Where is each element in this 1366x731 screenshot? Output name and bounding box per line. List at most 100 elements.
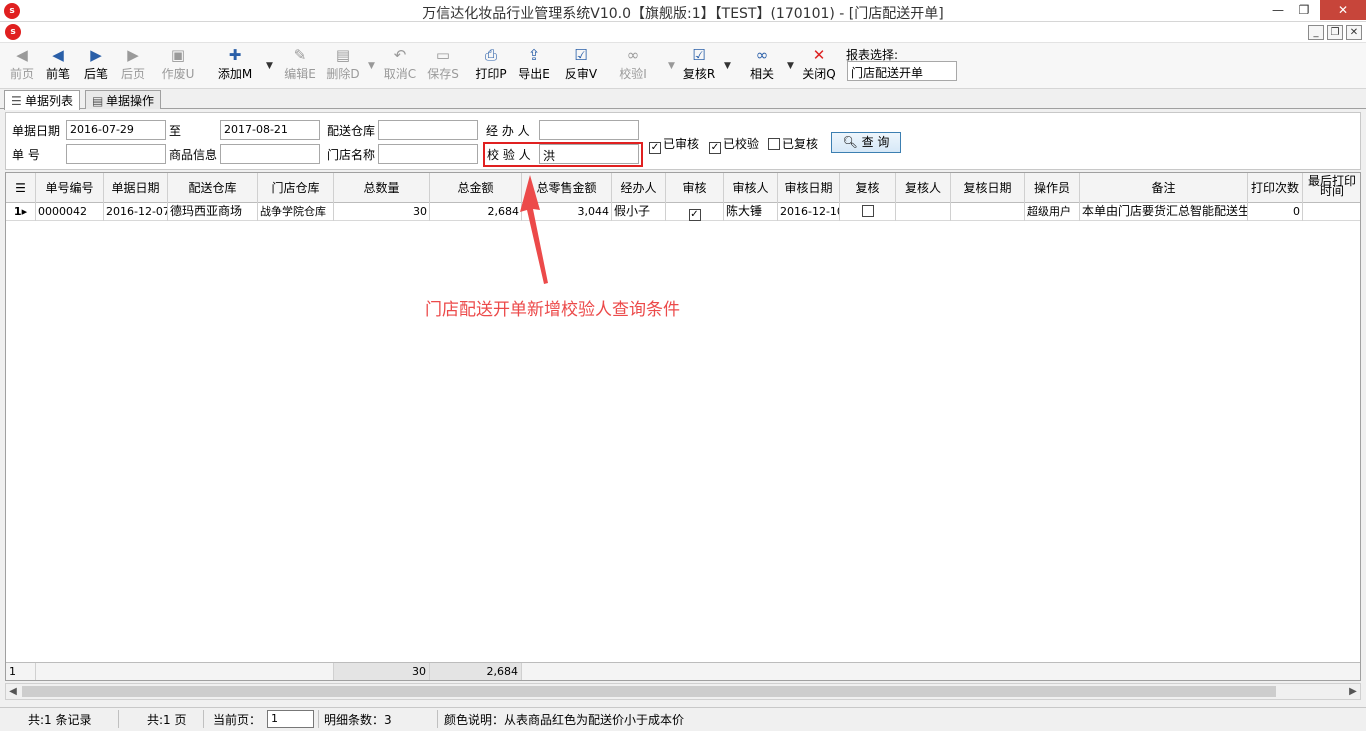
status-separator [318, 710, 319, 728]
col-header-handler[interactable]: 经办人 [612, 173, 666, 203]
verified-check-icon: ✓ [709, 142, 721, 154]
recheck-dropdown-icon[interactable]: ▼ [724, 61, 731, 71]
prev-record-button[interactable]: ◀ 前笔 [42, 45, 74, 87]
cell-total-qty[interactable]: 30 [334, 203, 430, 221]
col-header-print-count[interactable]: 打印次数 [1248, 173, 1303, 203]
close-window-icon[interactable]: ✕ [1320, 0, 1366, 20]
export-button[interactable]: ⇪ 导出E [516, 45, 552, 87]
cell-recheck[interactable] [840, 203, 896, 221]
horizontal-scrollbar[interactable]: ◀ ▶ [5, 683, 1361, 700]
cell-approved[interactable]: ✓ [666, 203, 724, 221]
recheck-button[interactable]: ☑ 复核R [681, 45, 717, 87]
cell-total-amount[interactable]: 2,684 [430, 203, 522, 221]
query-button[interactable]: 🔍︎ 查 询 [831, 132, 901, 153]
save-button[interactable]: ▭ 保存S [425, 45, 461, 87]
cell-print-count[interactable]: 0 [1248, 203, 1303, 221]
cell-recheck-date[interactable] [951, 203, 1025, 221]
cell-last-print[interactable] [1303, 203, 1360, 221]
approved-cell-check-icon: ✓ [688, 209, 701, 221]
docno-input[interactable] [66, 144, 166, 164]
cell-approve-date[interactable]: 2016-12-10 [778, 203, 840, 221]
unapprove-button[interactable]: ☑ 反审V [563, 45, 599, 87]
scroll-right-icon[interactable]: ▶ [1346, 684, 1360, 699]
cell-remark[interactable]: 本单由门店要货汇总智能配送生 [1080, 203, 1248, 221]
col-header-warehouse[interactable]: 配送仓库 [168, 173, 258, 203]
add-button[interactable]: ✚ 添加M [217, 45, 253, 87]
restore-icon[interactable]: ❐ [1289, 0, 1319, 20]
date-from-input[interactable]: 2016-07-29 [66, 120, 166, 140]
col-header-docno[interactable]: 单号编号 [36, 173, 104, 203]
col-header-total-amount[interactable]: 总金额 [430, 173, 522, 203]
grid-menu-icon[interactable]: ☰ [6, 173, 36, 203]
related-dropdown-icon[interactable]: ▼ [787, 61, 794, 71]
col-header-recheck[interactable]: 复核 [840, 173, 896, 203]
print-button[interactable]: ⎙ 打印P [473, 45, 509, 87]
rechecked-checkbox[interactable]: 已复核 [768, 135, 818, 152]
col-header-retail-amount[interactable]: 总零售金额 [522, 173, 612, 203]
verified-checkbox[interactable]: ✓ 已校验 [709, 135, 759, 154]
cell-warehouse[interactable]: 德玛西亚商场 [168, 203, 258, 221]
close-button[interactable]: ✕ 关闭Q [801, 45, 837, 87]
col-header-store-warehouse[interactable]: 门店仓库 [258, 173, 334, 203]
verify-dropdown-icon[interactable]: ▼ [668, 61, 675, 71]
verifier-highlight-box [483, 142, 643, 167]
table-row[interactable]: 1▸ 0000042 2016-12-07 德玛西亚商场 战争学院仓库 30 2… [6, 203, 1360, 221]
tab-document-list[interactable]: ☰ 单据列表 [4, 90, 81, 110]
col-header-total-qty[interactable]: 总数量 [334, 173, 430, 203]
first-page-button[interactable]: ◀ 前页 [6, 45, 38, 87]
last-page-button[interactable]: ▶ 后页 [117, 45, 149, 87]
cancel-button[interactable]: ↶ 取消C [382, 45, 418, 87]
cell-rechecker[interactable] [896, 203, 951, 221]
date-label: 单据日期 [12, 124, 61, 138]
edit-button[interactable]: ✎ 编辑E [282, 45, 318, 87]
status-separator [203, 710, 204, 728]
col-header-last-print[interactable]: 最后打印时间 [1303, 173, 1360, 203]
mdi-minimize-icon[interactable]: _ [1308, 25, 1324, 40]
next-record-button[interactable]: ▶ 后笔 [80, 45, 112, 87]
col-header-operator[interactable]: 操作员 [1025, 173, 1080, 203]
delete-button[interactable]: ▤ 删除D [325, 45, 361, 87]
delete-dropdown-icon[interactable]: ▼ [368, 61, 375, 71]
approved-checkbox[interactable]: ✓ 已审核 [649, 135, 699, 154]
handler-input[interactable] [539, 120, 639, 140]
col-header-approve-date[interactable]: 审核日期 [778, 173, 840, 203]
col-header-date[interactable]: 单据日期 [104, 173, 168, 203]
cell-approver[interactable]: 陈大锤 [724, 203, 778, 221]
mdi-close-icon[interactable]: ✕ [1346, 25, 1362, 40]
cell-docno[interactable]: 0000042 [36, 203, 104, 221]
scroll-thumb[interactable] [22, 686, 1276, 697]
cell-retail-amount[interactable]: 3,044 [522, 203, 612, 221]
add-dropdown-icon[interactable]: ▼ [266, 61, 273, 71]
current-page-input[interactable]: 1 [267, 710, 314, 728]
store-input[interactable] [378, 144, 478, 164]
col-header-approver[interactable]: 审核人 [724, 173, 778, 203]
cell-date[interactable]: 2016-12-07 [104, 203, 168, 221]
rechecked-check-icon [768, 138, 780, 150]
col-header-remark[interactable]: 备注 [1080, 173, 1248, 203]
col-header-rechecker[interactable]: 复核人 [896, 173, 951, 203]
annotation-text: 门店配送开单新增校验人查询条件 [425, 300, 680, 320]
col-header-recheck-date[interactable]: 复核日期 [951, 173, 1025, 203]
cell-store-warehouse[interactable]: 战争学院仓库 [258, 203, 334, 221]
date-to-input[interactable]: 2017-08-21 [220, 120, 320, 140]
handler-label: 经 办 人 [486, 124, 530, 138]
status-detail-count: 明细条数：3 [324, 713, 392, 727]
cell-operator[interactable]: 超级用户 [1025, 203, 1080, 221]
warehouse-label: 配送仓库 [327, 124, 376, 138]
cell-handler[interactable]: 假小子 [612, 203, 666, 221]
void-button[interactable]: ▣ 作废U [160, 45, 196, 87]
edit-icon: ✎ [293, 46, 307, 64]
report-select-box[interactable]: 门店配送开单 [847, 61, 957, 81]
mdi-restore-icon[interactable]: ❐ [1327, 25, 1343, 40]
col-header-approved[interactable]: 审核 [666, 173, 724, 203]
related-button[interactable]: ∞ 相关 [744, 45, 780, 87]
tab-document-operation[interactable]: ▤ 单据操作 [85, 90, 162, 109]
verify-button[interactable]: ∞ 校验I [615, 45, 651, 87]
scroll-left-icon[interactable]: ◀ [6, 684, 20, 699]
row-indicator[interactable]: 1▸ [6, 203, 36, 221]
status-bar: 共:1 条记录 共:1 页 当前页： 1 明细条数：3 颜色说明：从表商品红色为… [0, 707, 1366, 731]
unapprove-icon: ☑ [574, 46, 588, 64]
status-separator [437, 710, 438, 728]
goods-input[interactable] [220, 144, 320, 164]
warehouse-input[interactable] [378, 120, 478, 140]
